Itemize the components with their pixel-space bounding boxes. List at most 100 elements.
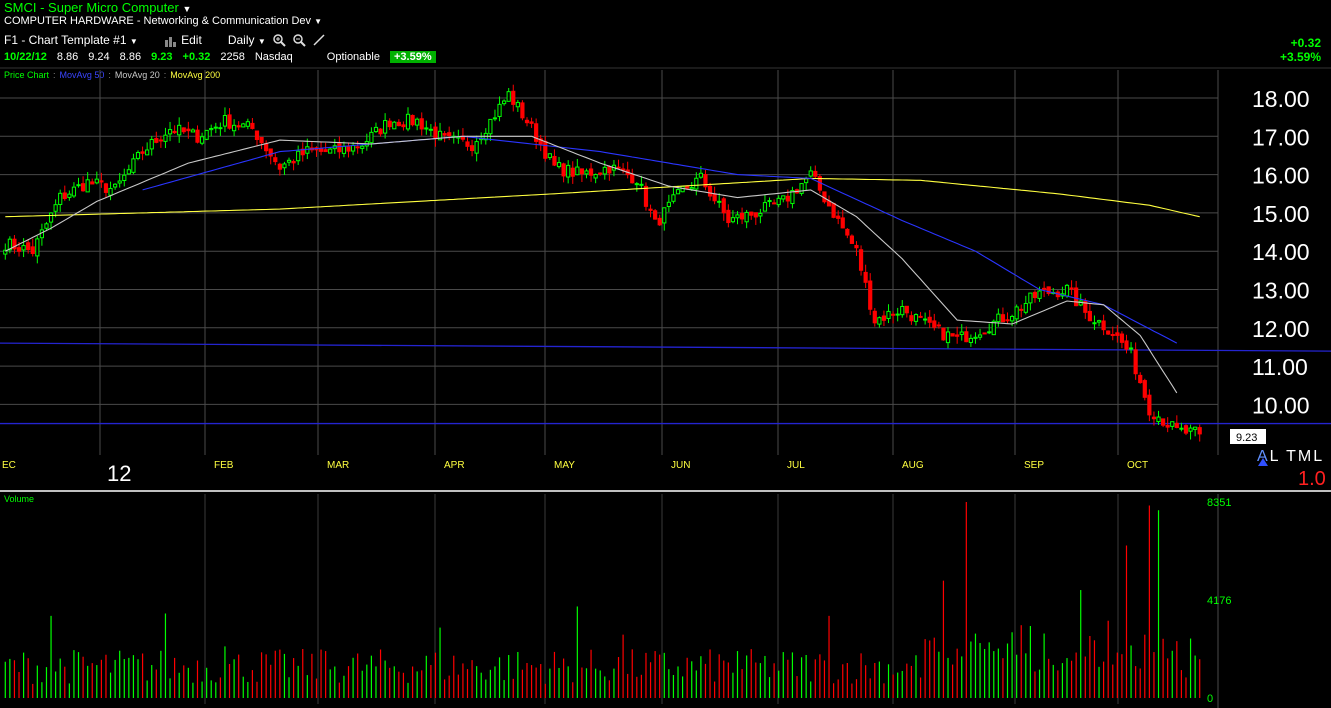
candle-body (199, 136, 205, 144)
candle-body (689, 187, 694, 190)
candle-body (378, 128, 383, 135)
candle-body (21, 245, 26, 251)
candle-body (502, 100, 507, 105)
candle-body (639, 183, 644, 186)
candle-body (950, 333, 955, 337)
candle-body (387, 120, 392, 128)
candle-body (1165, 424, 1170, 428)
candle-body (186, 128, 191, 132)
tag-a[interactable]: A (1257, 448, 1270, 465)
candle-body (204, 129, 209, 140)
candle-body (80, 183, 86, 192)
candle-body (488, 118, 493, 135)
candle-body (598, 172, 603, 175)
candle-body (634, 183, 639, 186)
tag-rest[interactable]: L TML (1270, 448, 1324, 465)
price-tick-label: 13.00 (1252, 278, 1310, 304)
candle-body (1151, 416, 1157, 420)
candle-body (67, 193, 72, 198)
candle-body (94, 178, 99, 184)
candle-body (1142, 380, 1147, 398)
scale-value: 1.0 (1298, 468, 1326, 490)
candle-body (396, 121, 401, 127)
candle-body (195, 129, 200, 143)
candle-body (1037, 290, 1042, 299)
candle-body (1115, 332, 1120, 336)
candle-body (259, 136, 264, 144)
candle-body (552, 155, 557, 166)
candle-body (863, 271, 868, 283)
candle-body (350, 144, 356, 152)
candle-body (932, 320, 937, 328)
candle-body (721, 198, 726, 214)
candle-body (588, 168, 594, 176)
candle-body (122, 174, 127, 182)
candle-body (1042, 287, 1047, 290)
candle-body (369, 131, 374, 144)
candle-body (799, 183, 804, 194)
candle-body (1156, 416, 1161, 423)
volume-tick-label: 0 (1207, 693, 1213, 705)
candle-body (1019, 308, 1024, 311)
candle-body (785, 195, 790, 202)
candle-body (1096, 320, 1102, 323)
month-label: APR (444, 460, 465, 471)
candle-body (781, 195, 786, 200)
price-tick-label: 18.00 (1252, 86, 1310, 112)
candle-body (469, 145, 475, 152)
candle-body (872, 310, 877, 324)
candle-body (1188, 427, 1193, 432)
candle-body (167, 129, 173, 135)
candle-body (616, 166, 621, 169)
candle-body (213, 126, 218, 129)
candle-body (1028, 292, 1033, 304)
candle-body (1106, 330, 1111, 335)
candle-body (108, 187, 113, 196)
candle-body (282, 163, 287, 169)
candle-body (643, 185, 649, 207)
candle-body (190, 129, 196, 133)
candle-body (341, 145, 347, 154)
candle-body (145, 149, 150, 156)
candle-body (140, 151, 145, 154)
ma200-line (5, 177, 1200, 218)
candle-body (840, 217, 845, 229)
candle-body (177, 124, 182, 136)
candle-body (973, 336, 978, 339)
candle-body (813, 170, 818, 177)
candle-body (209, 128, 214, 131)
candle-body (1074, 287, 1079, 307)
price-chart[interactable]: 18.00 17.00 16.00 15.00 14.00 13.00 12.00 11.00… (0, 0, 1331, 708)
candle-body (547, 153, 552, 159)
candle-body (890, 313, 896, 316)
candle-body (653, 210, 658, 220)
candle-body (48, 212, 54, 223)
candle-body (968, 337, 973, 343)
candle-body (497, 103, 502, 117)
candle-body (927, 316, 932, 323)
candle-body (126, 169, 131, 175)
candle-body (758, 213, 763, 217)
candle-body (524, 119, 530, 124)
candle-body (264, 143, 269, 152)
candle-body (877, 317, 882, 325)
candle-body (1032, 291, 1038, 299)
candle-body (103, 183, 109, 193)
candle-body (492, 117, 498, 120)
candle-body (90, 181, 95, 185)
candle-body (1138, 374, 1143, 384)
candle-body (373, 126, 379, 133)
candle-body (85, 179, 90, 193)
candle-body (831, 202, 836, 218)
candle-body (286, 159, 292, 163)
candle-body (442, 133, 447, 136)
candle-body (913, 314, 919, 322)
candle-body (520, 102, 525, 119)
candle-body (694, 177, 699, 190)
candle-body (836, 215, 841, 219)
price-tick-label: 11.00 (1252, 354, 1308, 380)
year-label: 12 (107, 461, 132, 486)
candle-body (433, 126, 438, 140)
candle-body (355, 146, 360, 149)
candle-body (277, 163, 282, 170)
